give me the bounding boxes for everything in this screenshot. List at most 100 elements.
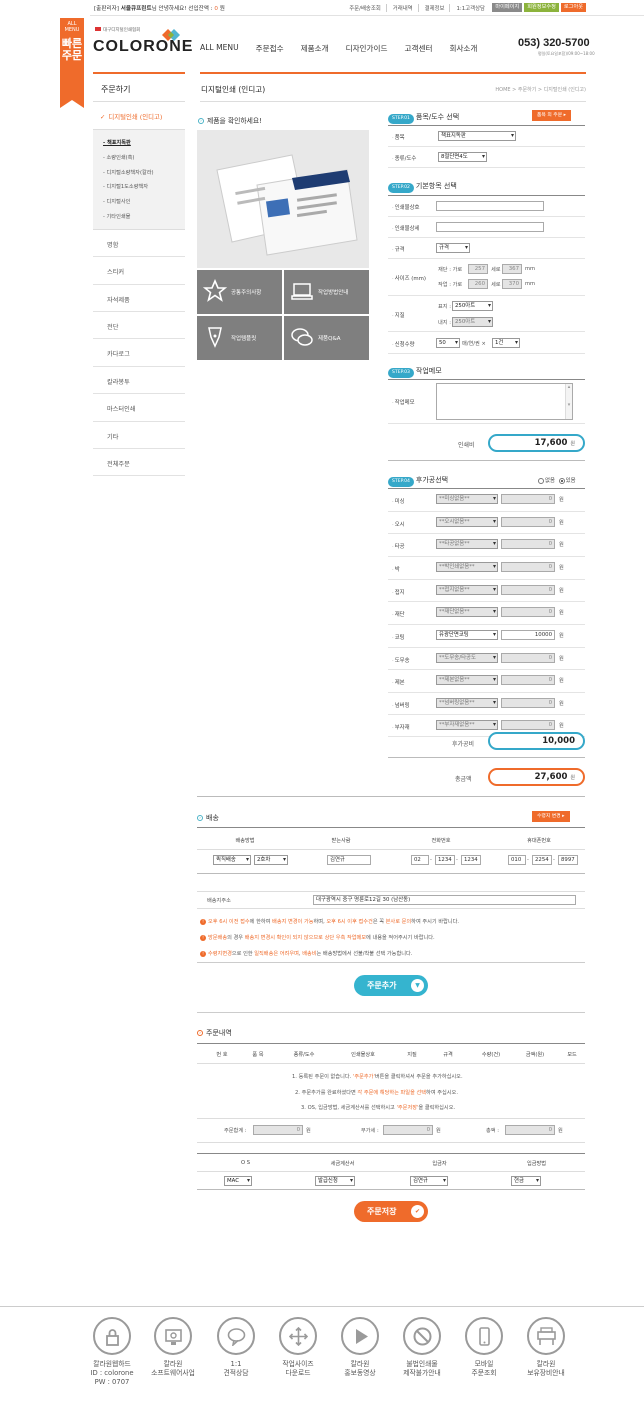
delivery-car-select[interactable]: 2호차 xyxy=(254,855,288,865)
top-link-support[interactable]: 1:1고객상담 xyxy=(456,4,490,12)
pay-method-select[interactable]: 현금 xyxy=(511,1176,541,1186)
submenu-item[interactable]: - 책표지독판 xyxy=(93,136,185,151)
sidebar-item[interactable]: 마스터인쇄 xyxy=(93,394,185,422)
radio-yes[interactable] xyxy=(558,477,565,484)
post-process-select[interactable]: **도무송/타공도 xyxy=(436,653,498,663)
quick-order-ribbon[interactable]: ALL MENU 빠른주문 xyxy=(60,18,84,108)
footer-link[interactable]: 불법인쇄물 제작불가안내 xyxy=(391,1317,453,1378)
tel-input-2[interactable]: 1234 xyxy=(435,855,455,865)
work-height-input[interactable]: 370 xyxy=(502,279,522,289)
post-process-label: 제본 xyxy=(392,678,405,686)
nav-design-guide[interactable]: 디자인가이드 xyxy=(346,43,388,54)
sidebar-item-digital-indigo[interactable]: ✓ 디지털인쇄 (인디고) xyxy=(93,102,185,130)
top-links: 주문/배송조회 거래내역 결제정보 1:1고객상담 xyxy=(349,4,490,12)
footer-link[interactable]: 칼라원 홍보동영상 xyxy=(329,1317,391,1378)
sidebar-item[interactable]: 칼라봉투 xyxy=(93,367,185,395)
sidebar-item[interactable]: 전단 xyxy=(93,312,185,340)
count-select[interactable]: 1건 xyxy=(492,338,520,348)
post-process-price[interactable]: 10000 xyxy=(501,630,555,640)
submenu-item[interactable]: - 소량인쇄(흑) xyxy=(93,151,185,166)
tel-input-1[interactable]: 02 xyxy=(411,855,429,865)
add-order-button[interactable]: 주문추가 ▼ xyxy=(354,975,428,996)
nav-all-menu[interactable]: ALL MENU xyxy=(200,43,239,54)
sidebar-item[interactable]: 전체주문 xyxy=(93,449,185,477)
other-order-button[interactable]: 품목 외 주문 ▸ xyxy=(532,110,572,121)
top-link-payment[interactable]: 결제정보 xyxy=(425,4,451,12)
cut-width-input[interactable]: 257 xyxy=(468,264,488,274)
delivery-method-select[interactable]: 퀵직배송 xyxy=(213,855,251,865)
tel-input-3[interactable]: 1234 xyxy=(461,855,481,865)
top-link-history[interactable]: 거래내역 xyxy=(393,4,419,12)
os-select[interactable]: MAC xyxy=(224,1176,252,1186)
sidebar-item[interactable]: 카다로그 xyxy=(93,339,185,367)
nav-company[interactable]: 회사소개 xyxy=(449,43,477,54)
step4-badge: STEP.04 xyxy=(388,477,414,487)
submenu-item[interactable]: - 기타인쇄물 xyxy=(93,210,185,225)
sidebar-item[interactable]: 기타 xyxy=(93,422,185,449)
nav-support[interactable]: 고객센터 xyxy=(405,43,433,54)
memo-textarea[interactable]: ▴ ▾ xyxy=(436,383,573,420)
sidebar-item[interactable]: 자석제품 xyxy=(93,285,185,312)
footer-link[interactable]: 1:1 견적상담 xyxy=(205,1317,267,1378)
payer-select[interactable]: 김연규 xyxy=(410,1176,448,1186)
nav-order[interactable]: 주문접수 xyxy=(256,43,284,54)
radio-no[interactable] xyxy=(538,477,544,484)
member-edit-button[interactable]: 회원정보수정 xyxy=(524,3,559,12)
sidebar-item[interactable]: 스티커 xyxy=(93,257,185,285)
step2-badge: STEP.02 xyxy=(388,183,414,193)
submenu-item[interactable]: - 디지털소량책자(칼라) xyxy=(93,166,185,181)
print-detail-input[interactable] xyxy=(436,222,544,232)
spec-select[interactable]: 규격 xyxy=(436,243,470,253)
work-width-input[interactable]: 260 xyxy=(468,279,488,289)
mobile-input-3[interactable]: 8997 xyxy=(558,855,578,865)
cut-height-input[interactable]: 367 xyxy=(502,264,522,274)
tile-common-notice[interactable]: 공통주의사항 xyxy=(197,270,282,314)
tax-invoice-select[interactable]: 발급신청 xyxy=(315,1176,355,1186)
mobile-input-2[interactable]: 2254 xyxy=(532,855,552,865)
qty-select[interactable]: 50 xyxy=(436,338,460,348)
post-process-select[interactable]: **미싱없음** xyxy=(436,494,498,504)
save-order-button[interactable]: 주문저장 ✔ xyxy=(354,1201,428,1222)
type-select[interactable]: 8절단면4도 xyxy=(438,152,487,162)
address-input[interactable]: 대구광역시 중구 명륜로12길 30 (남산동) xyxy=(313,895,576,905)
footer-link[interactable]: 칼라원웹하드 ID : colorone PW : 0707 xyxy=(81,1317,143,1387)
receiver-input[interactable]: 김연규 xyxy=(327,855,371,865)
footer-link[interactable]: 칼라원 소프트웨어사업 xyxy=(142,1317,204,1378)
footer-link[interactable]: 모바일 주문조회 xyxy=(453,1317,515,1378)
post-process-select[interactable]: **재단없음** xyxy=(436,607,498,617)
change-address-button[interactable]: 수령지 변경 ▸ xyxy=(532,811,570,822)
exclamation-icon: ! xyxy=(200,950,206,957)
mypage-button[interactable]: 마이페이지 xyxy=(492,3,523,12)
submenu-item[interactable]: - 디지털1도소량책자 xyxy=(93,180,185,195)
step4-header: STEP.04 후가공선택 xyxy=(388,475,448,487)
post-process-select[interactable]: **부자재없음** xyxy=(436,720,498,730)
print-name-input[interactable] xyxy=(436,201,544,211)
post-process-select[interactable]: **박인쇄없음** xyxy=(436,562,498,572)
mobile-input-1[interactable]: 010 xyxy=(508,855,526,865)
top-link-orders[interactable]: 주문/배송조회 xyxy=(349,4,387,12)
tile-work-guide[interactable]: 작업방법안내 xyxy=(284,270,369,314)
footer-link[interactable]: 칼라원 보유장비안내 xyxy=(515,1317,577,1378)
post-process-select[interactable]: **접지없음** xyxy=(436,585,498,595)
inner-paper-select[interactable]: 250아트 xyxy=(452,317,493,327)
sidebar-item[interactable]: 명함 xyxy=(93,230,185,258)
nav-products[interactable]: 제품소개 xyxy=(301,43,329,54)
delivery-title: › 배송 xyxy=(197,813,219,823)
tile-qna[interactable]: 제품Q&A xyxy=(284,316,369,360)
post-process-select[interactable]: 유광단면코팅 xyxy=(436,630,498,640)
post-process-select[interactable]: **오시없음** xyxy=(436,517,498,527)
mobile-icon xyxy=(465,1317,503,1355)
item-select[interactable]: 책표지독판 xyxy=(438,131,516,141)
submenu-item[interactable]: - 디지털사인 xyxy=(93,195,185,210)
post-process-select[interactable]: **넘버링없음** xyxy=(436,698,498,708)
post-process-select[interactable]: **제본없음** xyxy=(436,675,498,685)
post-process-row: 코팅 유광단면코팅10000 원 xyxy=(388,625,585,648)
cover-paper-select[interactable]: 250아트 xyxy=(452,301,493,311)
post-process-row: 제본 **제본없음**0원 xyxy=(388,670,585,693)
footer-link[interactable]: 작업사이즈 다운로드 xyxy=(267,1317,329,1378)
post-process-price: 0 xyxy=(501,653,555,663)
logout-button[interactable]: 로그아웃 xyxy=(560,3,586,12)
check-icon: ✔ xyxy=(411,1205,424,1218)
tile-template[interactable]: 작업템플릿 xyxy=(197,316,282,360)
post-process-select[interactable]: **타공없음** xyxy=(436,539,498,549)
